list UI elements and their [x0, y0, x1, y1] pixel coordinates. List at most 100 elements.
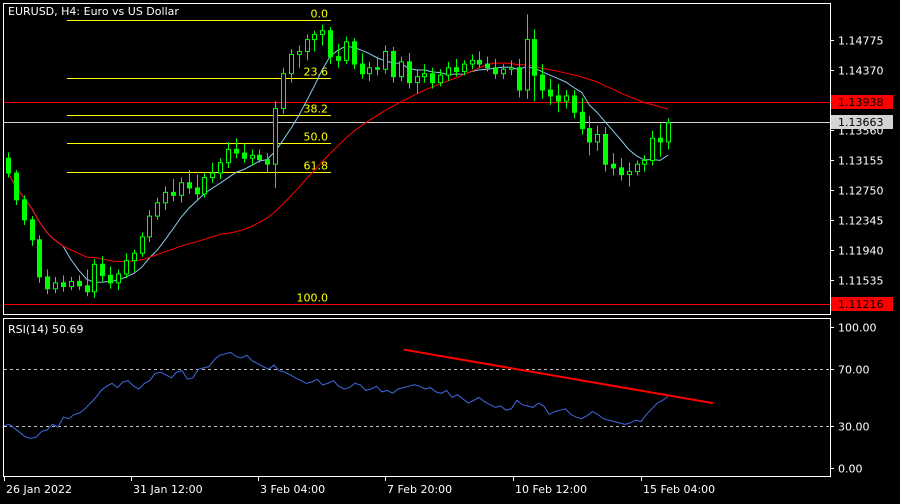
candle-body [187, 182, 192, 189]
price-axis: 1.147751.143701.139651.135601.131551.127… [830, 35, 884, 288]
candle-body [312, 33, 317, 41]
moving-average-line [7, 45, 669, 283]
price-tick-label: 1.12750 [838, 185, 884, 198]
candle-body [501, 68, 506, 75]
time-tick-label: 7 Feb 20:00 [387, 483, 452, 496]
candle-body [603, 134, 608, 165]
time-tick-label: 3 Feb 04:00 [260, 483, 325, 496]
candle-body [540, 74, 545, 91]
candle-body [320, 30, 325, 35]
candle-body [100, 263, 105, 276]
candle-body [37, 239, 42, 278]
candle-body [438, 74, 443, 84]
candle-body [352, 41, 357, 65]
candle-body [587, 128, 592, 143]
candle-body [635, 163, 640, 173]
moving-averages [7, 45, 669, 283]
candle-body [226, 148, 231, 164]
candle-body [53, 282, 58, 290]
candle-body [108, 274, 113, 284]
time-tick-label: 31 Jan 12:00 [133, 483, 203, 496]
chart-svg: 0.0 23.6 38.2 50.0 61.8 100.0 1.14775 1.14370 1… [3, 3, 893, 496]
candle-body [532, 39, 537, 76]
candle-body [422, 73, 427, 78]
candle-body [650, 137, 655, 161]
candle-body [595, 134, 600, 143]
candle-body [572, 95, 577, 113]
fib-level-label: 0.0 [311, 8, 329, 21]
candle-body [375, 67, 380, 70]
candle-body [454, 67, 459, 72]
candle-body [297, 50, 302, 55]
candle-body [493, 67, 498, 75]
candle-body [462, 63, 467, 72]
candle-body [22, 199, 27, 221]
candle-body [218, 162, 223, 174]
candle-body [124, 260, 129, 275]
candle-body [92, 263, 97, 293]
candle-body [399, 61, 404, 78]
time-tick-label: 10 Feb 12:00 [515, 483, 587, 496]
fib-level-label: 61.8 [304, 160, 329, 173]
candle-body [525, 39, 530, 91]
candle-body [155, 202, 160, 217]
candle-body [383, 50, 388, 70]
candle-body [328, 30, 333, 58]
price-tick-label: 1.11535 [838, 275, 884, 288]
price-label-text: 1.13938 [838, 96, 884, 109]
price-tick-label: 1.13155 [838, 155, 884, 168]
price-tick-label: 1.11940 [838, 245, 884, 258]
candle-body [132, 252, 137, 262]
price-tick-label: 1.12345 [838, 215, 884, 228]
candle-body [470, 59, 475, 65]
candle-body [367, 67, 372, 75]
candle-body [140, 236, 145, 254]
candle-body [289, 53, 294, 75]
candle-body [477, 59, 482, 65]
rsi-tick-label: 30.00 [838, 421, 870, 434]
candle-body [61, 282, 66, 288]
candle-body [250, 154, 255, 159]
candle-body [611, 163, 616, 169]
candle-body [658, 137, 663, 143]
candle-body [407, 61, 412, 84]
candle-body [430, 73, 435, 84]
candle-body [517, 67, 522, 91]
candle-body [6, 157, 11, 174]
candle-body [619, 167, 624, 176]
price-tick-label: 1.14370 [838, 65, 884, 78]
candle-body [273, 108, 278, 165]
candle-body [242, 152, 247, 159]
candle-body [336, 56, 341, 61]
rsi-panel-frame [3, 318, 831, 477]
candle-body [360, 63, 365, 75]
candle-body [666, 122, 671, 143]
rsi-tick-label: 0.00 [838, 463, 863, 476]
price-label-text: 1.11216 [838, 298, 884, 311]
candle-body [564, 95, 569, 102]
candle-body [344, 41, 349, 61]
time-tick-label: 15 Feb 04:00 [643, 483, 715, 496]
price-tick-label: 1.14775 [838, 35, 884, 48]
candle-body [642, 159, 647, 165]
candle-body [446, 67, 451, 76]
candle-body [265, 159, 270, 165]
time-tick-label: 26 Jan 2022 [6, 483, 72, 496]
candle-body [179, 182, 184, 196]
candle-body [195, 187, 200, 195]
candle-body [45, 276, 50, 290]
candle-body [234, 148, 239, 154]
candle-body [116, 273, 121, 284]
rsi-tick-label: 100.00 [838, 322, 877, 335]
candle-body [147, 215, 152, 238]
candle-body [281, 73, 286, 110]
candle-body [305, 39, 310, 52]
candle-body [556, 95, 561, 102]
candle-body [548, 89, 553, 97]
candle-body [627, 171, 632, 176]
rsi-title: RSI(14) 50.69 [8, 323, 83, 336]
candles [6, 14, 671, 298]
fib-level-label: 50.0 [304, 131, 329, 144]
candle-body [14, 172, 19, 201]
candle-body [30, 219, 35, 241]
